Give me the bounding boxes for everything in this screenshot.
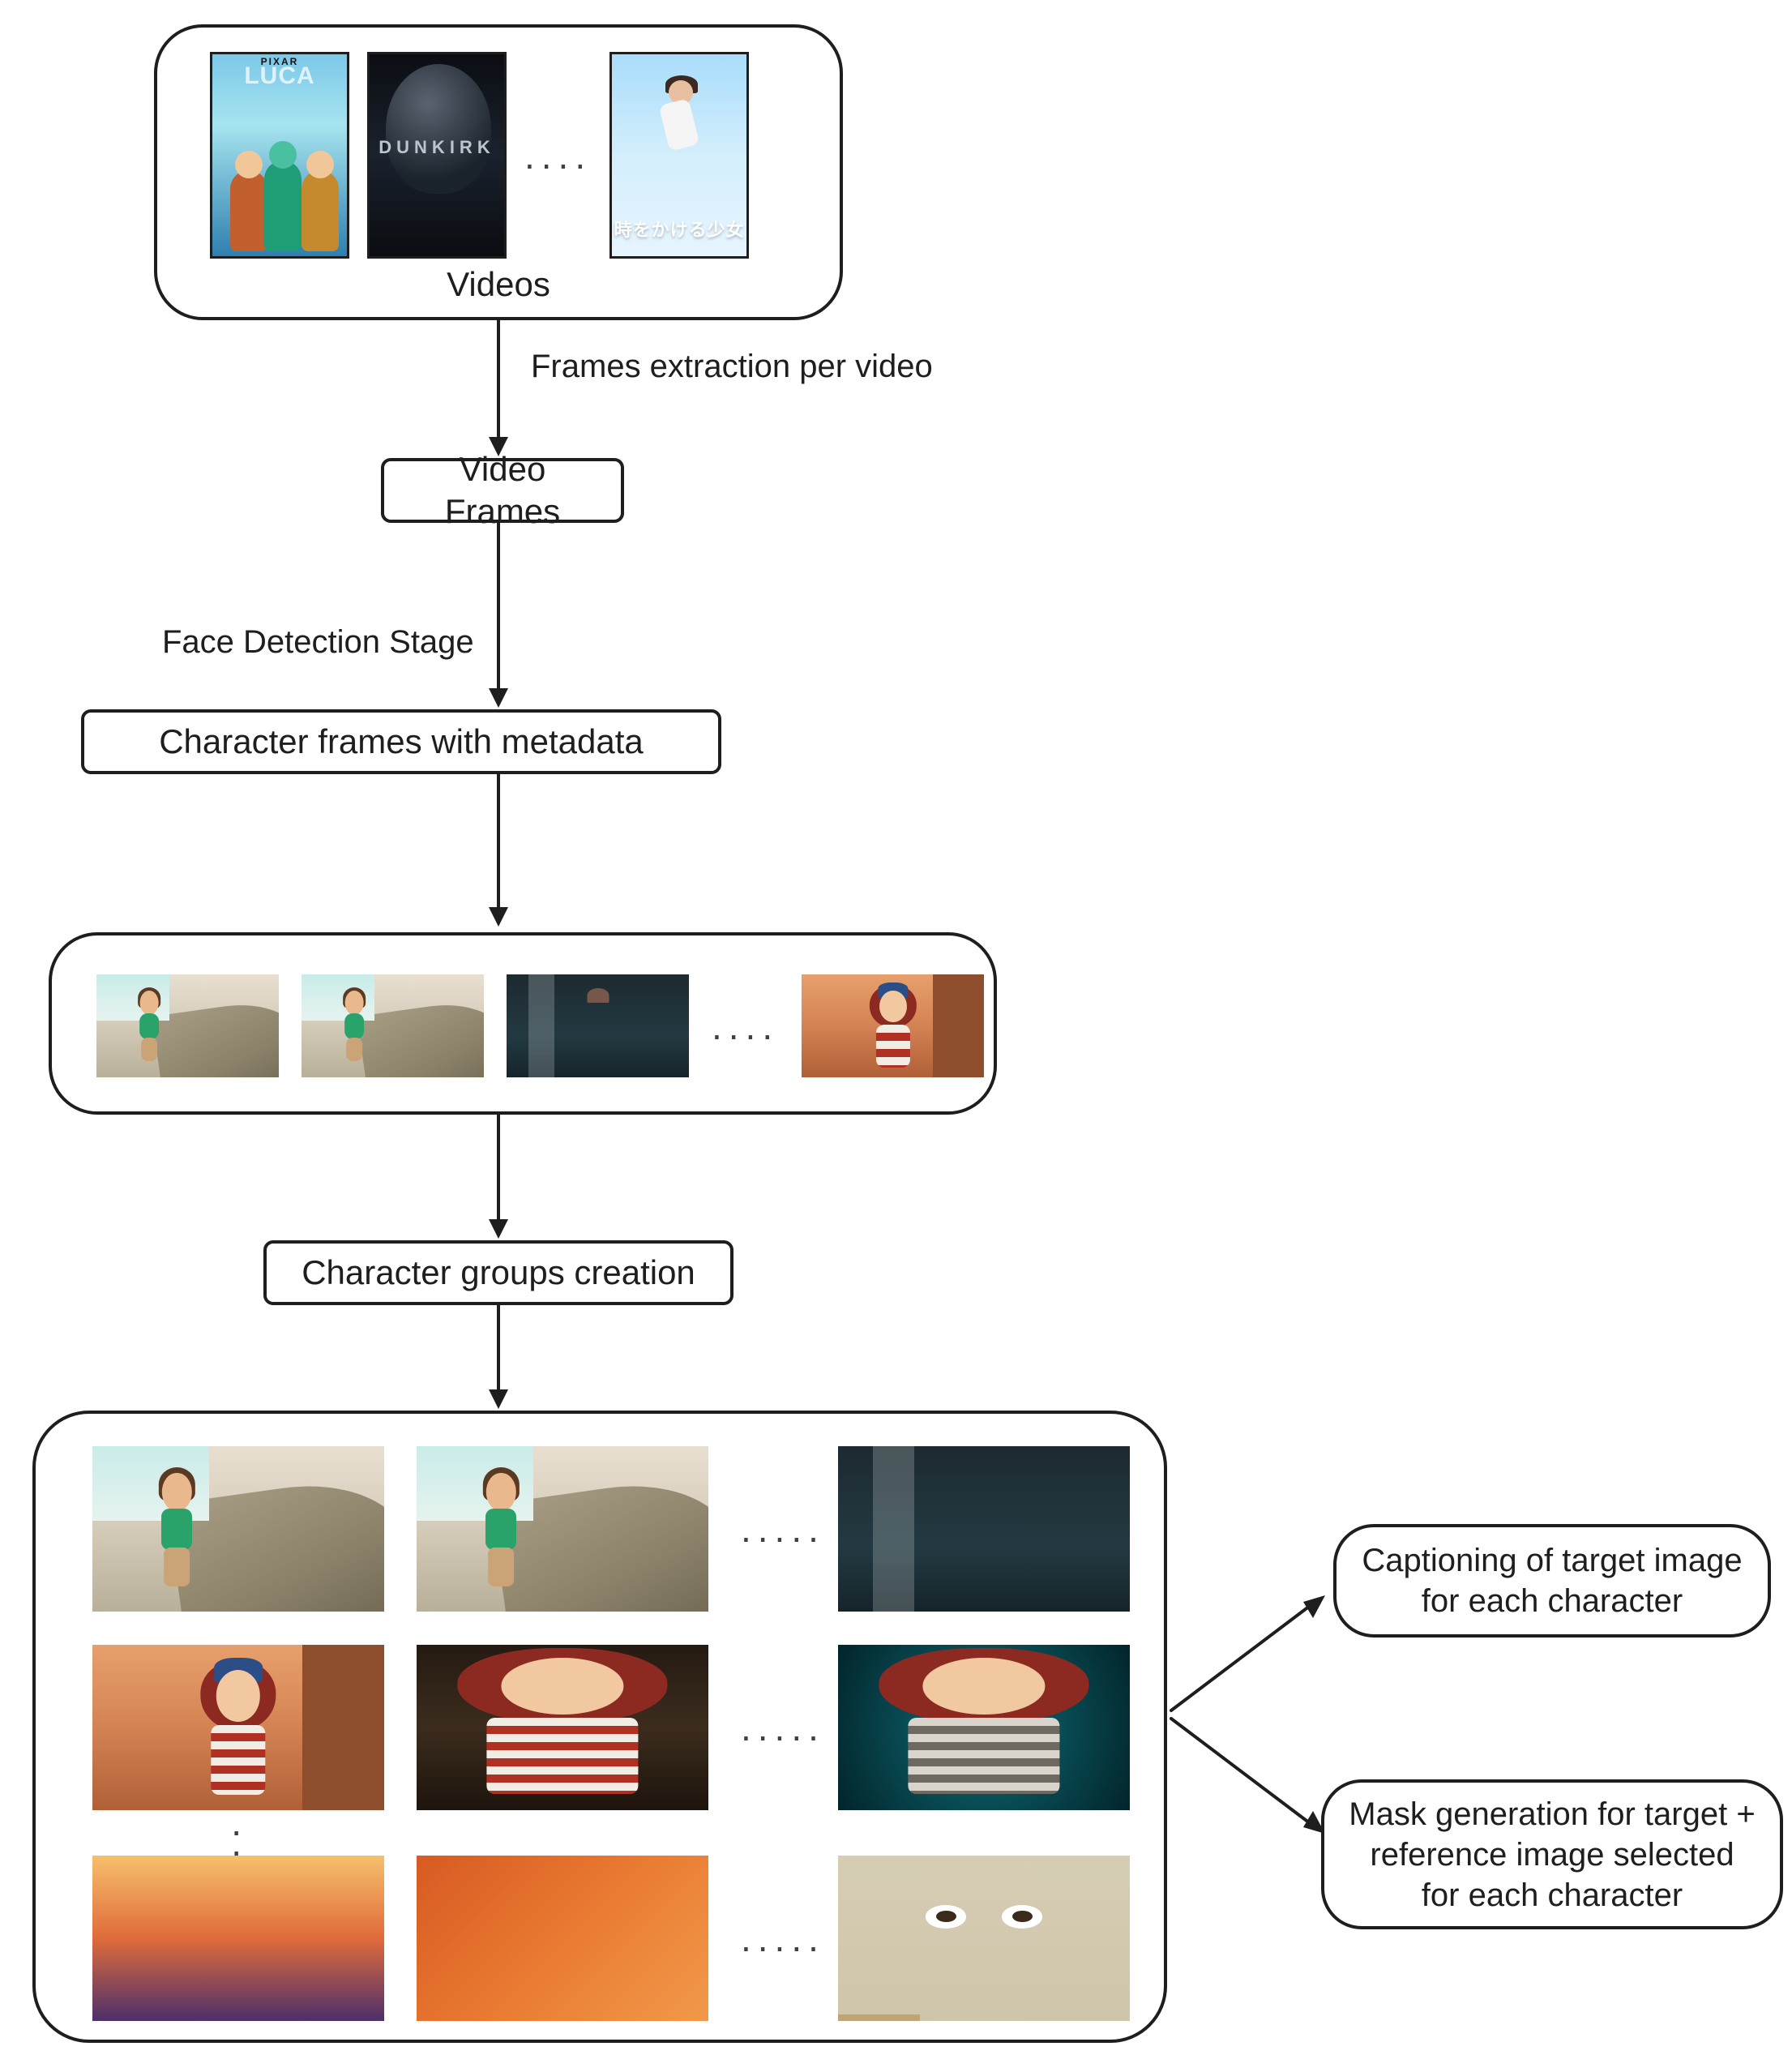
diagram-canvas: PIXAR LUCA DUNKIRK .... 時をかける少女 xyxy=(0,0,1792,2055)
ellipsis: .... xyxy=(712,1004,779,1048)
thumb-luca-rocks xyxy=(96,974,279,1077)
node-label: Mask generation for target + reference i… xyxy=(1347,1794,1757,1916)
node-label: Captioning of target image for each char… xyxy=(1359,1540,1745,1621)
arrow-grid-to-captioning xyxy=(1167,1589,1337,1719)
node-character-frames-metadata: Character frames with metadata xyxy=(81,709,721,774)
node-videos: PIXAR LUCA DUNKIRK .... 時をかける少女 xyxy=(154,24,843,320)
node-label: Videos xyxy=(447,263,550,306)
edge-label-frames-extraction: Frames extraction per video xyxy=(531,349,933,385)
ellipsis: ..... xyxy=(741,1507,806,1551)
node-character-groups-grid: ..... ..... ··· xyxy=(32,1411,1167,2043)
thumb-closeup xyxy=(838,1856,1130,2021)
thumb-sunset xyxy=(92,1856,384,2021)
node-character-frame-thumbs: .... xyxy=(49,932,997,1115)
poster-luca: PIXAR LUCA xyxy=(210,52,349,259)
node-label: Character groups creation xyxy=(302,1252,695,1295)
arrow-videos-to-frames xyxy=(482,320,531,458)
thumb-giulia-underwater xyxy=(838,1645,1130,1810)
thumb-canyon xyxy=(417,1856,708,2021)
thumb-alley-bike xyxy=(507,974,689,1077)
poster-row: PIXAR LUCA DUNKIRK .... 時をかける少女 xyxy=(210,52,749,259)
node-character-groups-creation: Character groups creation xyxy=(263,1240,733,1305)
node-mask-generation: Mask generation for target + reference i… xyxy=(1321,1779,1783,1929)
thumb-alley xyxy=(838,1446,1130,1612)
ellipsis: .... xyxy=(524,134,592,178)
poster-dunkirk: DUNKIRK xyxy=(367,52,507,259)
node-video-frames: Video Frames xyxy=(381,458,624,523)
poster-title: 時をかける少女 xyxy=(612,216,746,242)
node-label: Character frames with metadata xyxy=(159,721,644,764)
thumb-giulia-town xyxy=(92,1645,384,1810)
grid-row-1: ..... xyxy=(92,1446,1130,1612)
thumb-giulia-town xyxy=(802,974,984,1077)
poster-tokikake: 時をかける少女 xyxy=(609,52,749,259)
thumb-row: .... xyxy=(96,974,984,1077)
thumb-luca-rocks xyxy=(417,1446,708,1612)
thumb-giulia-kitchen xyxy=(417,1645,708,1810)
arrow-groups-to-grid xyxy=(482,1305,531,1411)
arrow-frames-to-metadata xyxy=(482,523,531,709)
arrow-metadata-to-thumbs xyxy=(482,774,531,928)
thumb-luca-rocks xyxy=(92,1446,384,1612)
arrow-thumbs-to-groups xyxy=(482,1115,531,1240)
poster-title: DUNKIRK xyxy=(370,137,504,158)
poster-title: LUCA xyxy=(212,62,347,90)
thumb-luca-rocks xyxy=(302,974,484,1077)
ellipsis: ..... xyxy=(741,1706,806,1749)
ellipsis: ..... xyxy=(741,1916,806,1960)
grid-row-3: ..... xyxy=(92,1856,1130,2021)
arrow-grid-to-maskgen xyxy=(1167,1710,1337,1840)
node-captioning: Captioning of target image for each char… xyxy=(1333,1524,1771,1638)
grid-row-2: ..... xyxy=(92,1645,1130,1810)
node-label: Video Frames xyxy=(407,448,598,533)
edge-label-face-detection: Face Detection Stage xyxy=(162,624,474,661)
